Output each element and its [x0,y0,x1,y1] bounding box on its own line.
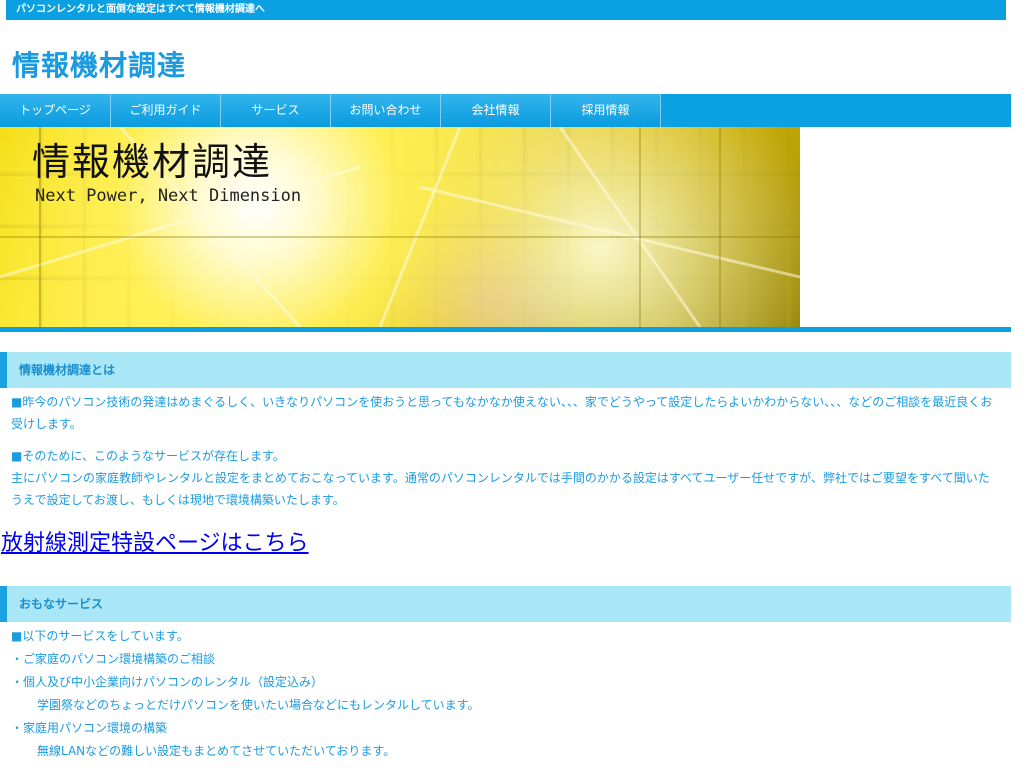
hero-banner: 情報機材調達 Next Power, Next Dimension [0,127,800,327]
nav-item-guide[interactable]: ご利用ガイド [111,94,221,127]
nav-item-company[interactable]: 会社情報 [441,94,551,127]
list-item: ・ご家庭のパソコン環境構築のご相談 [11,652,216,666]
list-item: ・家庭用パソコン環境の構築 [11,721,168,735]
nav-item-contact[interactable]: お問い合わせ [331,94,441,127]
list-item-detail: 無線LANなどの難しい設定もまとめてさせていただいております。 [37,744,396,758]
hero-title: 情報機材調達 [32,140,273,184]
list-item-detail: 学園祭などのちょっとだけパソコンを使いたい場合などにもレンタルしています。 [37,698,480,712]
section-heading-about: 情報機材調達とは [0,352,1011,388]
top-tagline-text: パソコンレンタルと面倒な設定はすべて情報機材調達へ [16,4,265,15]
list-item: ・個人及び中小企業向けパソコンのレンタル（設定込み） [11,675,324,689]
radiation-special-page-link[interactable]: 放射線測定特設ページはこちら [1,529,309,559]
nav-item-top[interactable]: トップページ [0,94,111,127]
about-paragraph-2-line-2: 主にパソコンの家庭教師やレンタルと設定をまとめておこなっています。通常のパソコン… [11,471,990,507]
nav-item-services[interactable]: サービス [221,94,331,127]
section-heading-services: おもなサービス [0,586,1011,622]
hero-divider [0,327,1011,332]
services-intro: ■以下のサービスをしています。 [11,629,189,643]
nav-item-careers[interactable]: 採用情報 [551,94,661,127]
about-paragraph-2-line-1: ■そのために、このようなサービスが存在します。 [11,449,285,463]
top-tagline-bar: パソコンレンタルと面倒な設定はすべて情報機材調達へ [6,0,1006,20]
services-list: ■以下のサービスをしています。 ・ご家庭のパソコン環境構築のご相談 ・個人及び中… [11,625,1001,763]
hero-subtitle: Next Power, Next Dimension [35,186,302,206]
site-title[interactable]: 情報機材調達 [12,48,186,84]
about-paragraph-1: ■昨今のパソコン技術の発達はめまぐるしく、いきなりパソコンを使おうと思ってもなか… [11,395,993,431]
main-nav: トップページ ご利用ガイド サービス お問い合わせ 会社情報 採用情報 [0,94,1011,127]
